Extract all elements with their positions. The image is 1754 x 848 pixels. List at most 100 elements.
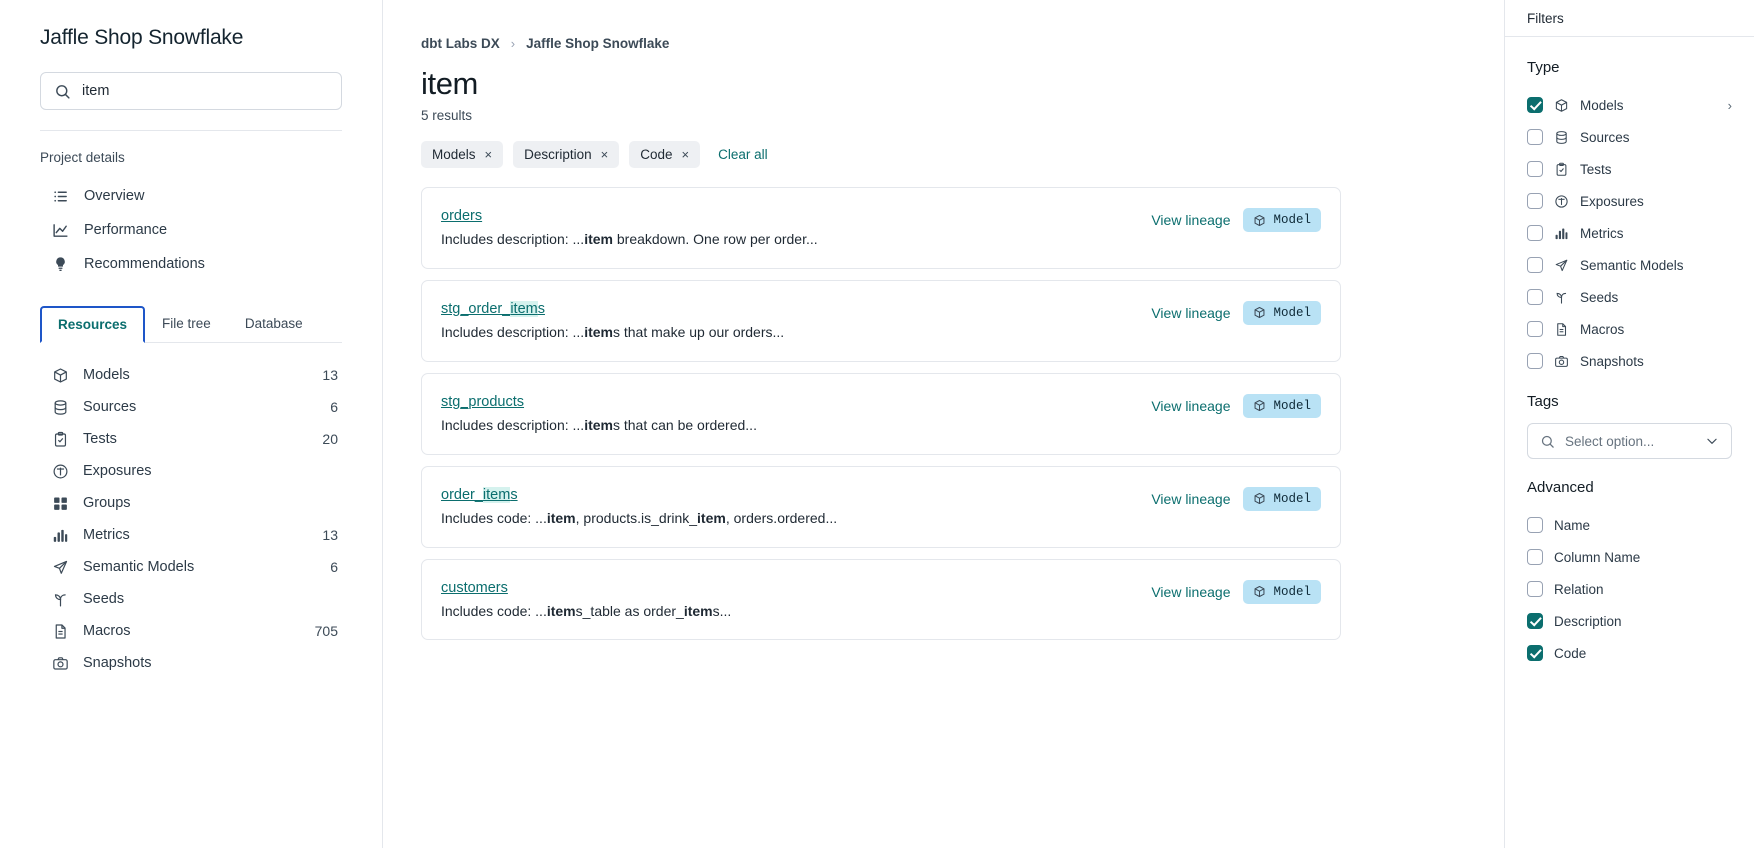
result-name-link[interactable]: stg_order_items (441, 301, 545, 317)
desc-prefix: Includes description: ... (441, 324, 584, 340)
resource-item-metrics[interactable]: Metrics 13 (40, 519, 342, 551)
result-card[interactable]: customers Includes code: ...items_table … (421, 559, 1341, 641)
document-icon (52, 623, 69, 640)
clear-all-button[interactable]: Clear all (718, 147, 768, 162)
result-name-link[interactable]: customers (441, 580, 508, 596)
resource-item-macros[interactable]: Macros 705 (40, 615, 342, 647)
badge-label: Model (1273, 585, 1311, 599)
resource-item-exposures[interactable]: Exposures (40, 455, 342, 487)
filter-option-snapshots[interactable]: Snapshots (1527, 345, 1732, 377)
result-card-body: orders Includes description: ...item bre… (441, 207, 1151, 249)
filter-option-exposures[interactable]: Exposures (1527, 185, 1732, 217)
filter-option-macros[interactable]: Macros (1527, 313, 1732, 345)
filter-option-seeds[interactable]: Seeds (1527, 281, 1732, 313)
checkbox[interactable] (1527, 257, 1543, 273)
resource-label: Groups (83, 495, 324, 511)
sidebar-item-overview[interactable]: Overview (40, 179, 342, 213)
breadcrumb-item-org[interactable]: dbt Labs DX (421, 36, 500, 51)
desc-match: item (547, 603, 576, 619)
result-card[interactable]: stg_order_items Includes description: ..… (421, 280, 1341, 362)
sidebar-item-recommendations[interactable]: Recommendations (40, 247, 342, 281)
filter-option-models[interactable]: Models › (1527, 89, 1732, 121)
chevron-down-icon[interactable] (1705, 434, 1719, 448)
filter-chip-description[interactable]: Description × (513, 141, 619, 168)
search-results-list: orders Includes description: ... item bre… (421, 187, 1341, 640)
result-card-actions: View lineage Model (1151, 579, 1321, 604)
result-name-link[interactable]: stg_products (441, 394, 524, 410)
view-lineage-link[interactable]: View lineage (1151, 212, 1230, 228)
desc-match: item (584, 231, 613, 247)
chart-line-icon (52, 222, 69, 239)
filter-option-semantic-models[interactable]: Semantic Models (1527, 249, 1732, 281)
list-icon (52, 188, 69, 205)
badge-label: Model (1273, 213, 1311, 227)
chevron-right-icon[interactable]: › (1728, 98, 1732, 113)
filter-section-tags-title: Tags (1527, 393, 1732, 410)
checkbox[interactable] (1527, 645, 1543, 661)
result-card-body: order_items Includes code: ...item, prod… (441, 486, 1151, 528)
filter-option-code[interactable]: Code (1527, 637, 1732, 669)
filter-option-sources[interactable]: Sources (1527, 121, 1732, 153)
tab-file-tree[interactable]: File tree (145, 306, 228, 343)
checkbox[interactable] (1527, 97, 1543, 113)
filter-option-description[interactable]: Description (1527, 605, 1732, 637)
view-lineage-link[interactable]: View lineage (1151, 584, 1230, 600)
checkbox[interactable] (1527, 613, 1543, 629)
checkbox[interactable] (1527, 193, 1543, 209)
resource-item-tests[interactable]: Tests 20 (40, 423, 342, 455)
cube-icon (1253, 306, 1266, 319)
result-card-actions: View lineage Model (1151, 300, 1321, 325)
checkbox[interactable] (1527, 161, 1543, 177)
sidebar-item-performance[interactable]: Performance (40, 213, 342, 247)
close-icon[interactable]: × (485, 148, 493, 161)
filter-chip-code[interactable]: Code × (629, 141, 700, 168)
close-icon[interactable]: × (601, 148, 609, 161)
resource-item-groups[interactable]: Groups (40, 487, 342, 519)
view-lineage-link[interactable]: View lineage (1151, 491, 1230, 507)
filter-option-column-name[interactable]: Column Name (1527, 541, 1732, 573)
desc-suffix: breakdown. One row per order... (613, 231, 818, 247)
resource-label: Macros (83, 623, 301, 639)
tab-resources[interactable]: Resources (40, 306, 145, 343)
grid-icon (52, 495, 69, 512)
filter-option-name[interactable]: Name (1527, 509, 1732, 541)
result-card[interactable]: stg_products Includes description: ...it… (421, 373, 1341, 455)
filters-body: Type Models › Sources Tests Exposur (1505, 37, 1754, 669)
result-name-link[interactable]: orders (441, 208, 482, 224)
checkbox[interactable] (1527, 289, 1543, 305)
checkbox[interactable] (1527, 129, 1543, 145)
tags-select-placeholder: Select option... (1565, 434, 1695, 449)
filter-option-tests[interactable]: Tests (1527, 153, 1732, 185)
checkbox[interactable] (1527, 321, 1543, 337)
resource-item-seeds[interactable]: Seeds (40, 583, 342, 615)
result-card[interactable]: orders Includes description: ...item bre… (421, 187, 1341, 269)
exposure-icon (1554, 194, 1569, 209)
resource-item-snapshots[interactable]: Snapshots (40, 647, 342, 679)
checkbox[interactable] (1527, 581, 1543, 597)
result-name-link[interactable]: order_items (441, 487, 518, 503)
filter-option-metrics[interactable]: Metrics (1527, 217, 1732, 249)
spacer (1527, 463, 1732, 479)
resource-item-models[interactable]: Models 13 (40, 359, 342, 391)
filter-option-relation[interactable]: Relation (1527, 573, 1732, 605)
checkbox[interactable] (1527, 353, 1543, 369)
resource-item-sources[interactable]: Sources 6 (40, 391, 342, 423)
result-description: Includes code: ...item, products.is_drin… (441, 509, 1151, 528)
breadcrumb-item-project[interactable]: Jaffle Shop Snowflake (526, 36, 669, 51)
checkbox[interactable] (1527, 225, 1543, 241)
checkbox[interactable] (1527, 549, 1543, 565)
view-lineage-link[interactable]: View lineage (1151, 398, 1230, 414)
view-lineage-link[interactable]: View lineage (1151, 305, 1230, 321)
filter-label: Metrics (1580, 226, 1732, 241)
tags-select[interactable]: Select option... (1527, 423, 1732, 459)
search-input[interactable] (82, 83, 328, 99)
tab-database[interactable]: Database (228, 306, 320, 343)
active-filter-chips: Models × Description × Code × Clear all (421, 141, 1462, 168)
filter-chip-models[interactable]: Models × (421, 141, 503, 168)
search-box[interactable] (40, 72, 342, 110)
result-card[interactable]: order_items Includes code: ...item, prod… (421, 466, 1341, 548)
checkbox[interactable] (1527, 517, 1543, 533)
page-title: item (421, 66, 1462, 102)
close-icon[interactable]: × (682, 148, 690, 161)
resource-item-semantic-models[interactable]: Semantic Models 6 (40, 551, 342, 583)
